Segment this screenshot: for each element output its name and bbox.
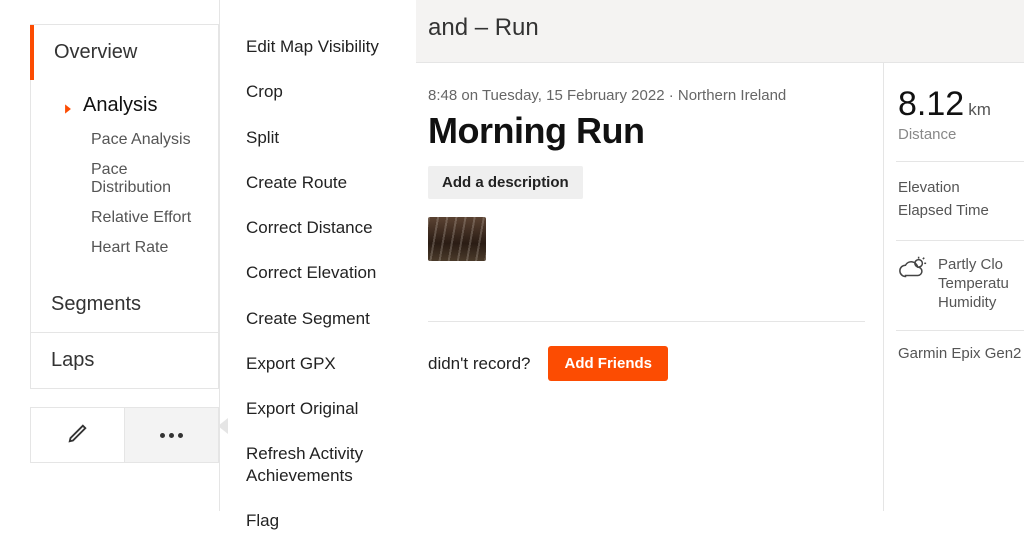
more-actions-button[interactable] [124, 408, 218, 462]
add-description-button[interactable]: Add a description [428, 166, 583, 199]
edit-button[interactable] [31, 408, 124, 462]
activity-title: Morning Run [428, 110, 865, 152]
elevation-label: Elevation [898, 176, 1024, 199]
sidebar-sub-heart-rate[interactable]: Heart Rate [31, 233, 218, 263]
more-actions-menu: Edit Map Visibility Crop Split Create Ro… [228, 24, 416, 543]
activity-stats: 8.12 km Distance Elevation Elapsed Time [884, 63, 1024, 511]
chevron-right-icon [61, 99, 75, 113]
menu-correct-distance[interactable]: Correct Distance [228, 205, 416, 250]
sidebar-tab-laps[interactable]: Laps [31, 332, 218, 388]
distance-stat: 8.12 km [898, 85, 1024, 124]
menu-refresh-achievements[interactable]: Refresh Activity Achievements [228, 431, 416, 498]
sidebar-tab-overview[interactable]: Overview [30, 25, 218, 80]
page-header: and – Run [416, 0, 1024, 63]
weather-block: Partly Clo Temperatu Humidity [898, 255, 1024, 312]
sidebar-analysis-group: Analysis Pace Analysis Pace Distribution… [31, 80, 218, 277]
menu-create-segment[interactable]: Create Segment [228, 296, 416, 341]
menu-export-original[interactable]: Export Original [228, 386, 416, 431]
menu-split[interactable]: Split [228, 115, 416, 160]
distance-unit: km [968, 100, 991, 120]
sidebar-tab-segments[interactable]: Segments [31, 277, 218, 332]
recording-device: Garmin Epix Gen2 [898, 345, 1024, 362]
breadcrumb-fragment: and – Run [428, 14, 539, 41]
activity-photo-thumbnail[interactable] [428, 217, 486, 261]
partly-cloudy-icon [898, 255, 928, 281]
weather-temperature: Temperatu [938, 274, 1009, 293]
activity-meta: 8:48 on Tuesday, 15 February 2022 · Nort… [428, 87, 865, 104]
menu-export-gpx[interactable]: Export GPX [228, 341, 416, 386]
sidebar: Overview Analysis Pace Analysis Pace Dis… [0, 0, 220, 511]
pencil-icon [67, 422, 89, 449]
distance-label: Distance [898, 126, 1024, 143]
menu-crop[interactable]: Crop [228, 69, 416, 114]
menu-create-route[interactable]: Create Route [228, 160, 416, 205]
sidebar-tab-analysis[interactable]: Analysis [31, 86, 218, 125]
elapsed-time-label: Elapsed Time [898, 199, 1024, 222]
divider [428, 321, 865, 322]
sidebar-sub-pace-distribution[interactable]: Pace Distribution [31, 155, 218, 203]
distance-value: 8.12 [898, 85, 964, 124]
menu-correct-elevation[interactable]: Correct Elevation [228, 250, 416, 295]
ellipsis-icon [160, 433, 183, 438]
main-pane: and – Run 8:48 on Tuesday, 15 February 2… [416, 0, 1024, 511]
sidebar-sub-relative-effort[interactable]: Relative Effort [31, 203, 218, 233]
menu-edit-map-visibility[interactable]: Edit Map Visibility [228, 24, 416, 69]
menu-flag[interactable]: Flag [228, 498, 416, 543]
friend-record-prompt: didn't record? [428, 354, 530, 374]
sidebar-toolrow [30, 407, 219, 463]
activity-detail: 8:48 on Tuesday, 15 February 2022 · Nort… [416, 63, 884, 511]
sidebar-analysis-label: Analysis [83, 94, 157, 117]
weather-humidity: Humidity [938, 293, 1009, 312]
sidebar-sub-pace-analysis[interactable]: Pace Analysis [31, 125, 218, 155]
add-friends-button[interactable]: Add Friends [548, 346, 668, 381]
dropdown-caret-icon [218, 418, 228, 434]
weather-condition: Partly Clo [938, 255, 1009, 274]
